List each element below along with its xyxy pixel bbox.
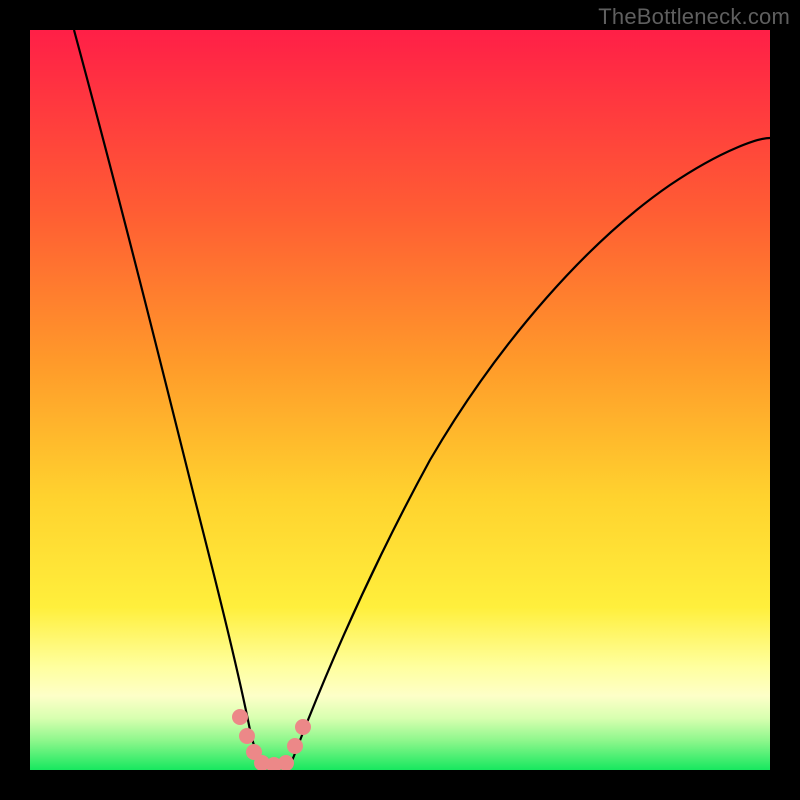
chart-frame: TheBottleneck.com xyxy=(0,0,800,800)
plot-area xyxy=(30,30,770,770)
chart-svg xyxy=(30,30,770,770)
watermark-label: TheBottleneck.com xyxy=(598,4,790,30)
gradient-background xyxy=(30,30,770,770)
